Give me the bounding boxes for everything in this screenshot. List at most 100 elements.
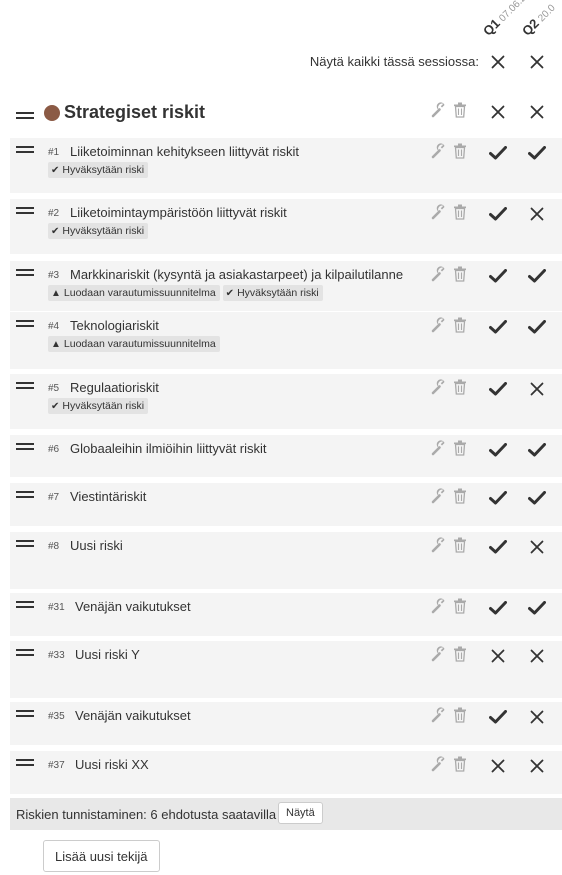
drag-handle-icon[interactable] xyxy=(16,146,34,156)
check-icon-q1[interactable] xyxy=(488,537,508,557)
trash-icon[interactable] xyxy=(453,266,469,282)
risk-name[interactable]: Markkinariskit (kysyntä ja asiakastarpee… xyxy=(70,267,403,282)
trash-icon[interactable] xyxy=(453,646,469,662)
wrench-icon[interactable] xyxy=(431,317,447,333)
trash-icon[interactable] xyxy=(453,143,469,159)
close-icon-q2[interactable] xyxy=(527,537,547,557)
drag-handle-icon[interactable] xyxy=(16,443,34,453)
warning-triangle-icon: ▲ xyxy=(51,338,61,350)
risk-name[interactable]: Uusi riski xyxy=(70,538,123,553)
risk-row[interactable]: #8 Uusi riski xyxy=(10,532,562,589)
add-new-factor-button[interactable]: Lisää uusi tekijä xyxy=(43,840,160,872)
drag-handle-icon[interactable] xyxy=(16,382,34,392)
drag-handle-icon[interactable] xyxy=(16,540,34,550)
risk-row[interactable]: #31 Venäjän vaikutukset xyxy=(10,593,562,636)
check-icon-q1[interactable] xyxy=(488,317,508,337)
close-icon-q2[interactable] xyxy=(527,204,547,224)
drag-handle-icon[interactable] xyxy=(16,320,34,330)
check-small-icon: ✔ xyxy=(51,400,60,412)
wrench-icon[interactable] xyxy=(431,266,447,282)
wrench-icon[interactable] xyxy=(431,646,447,662)
trash-icon[interactable] xyxy=(453,204,469,220)
check-icon-q2[interactable] xyxy=(527,143,547,163)
category-q1-close-icon[interactable] xyxy=(488,102,508,122)
close-icon-q2[interactable] xyxy=(527,646,547,666)
risk-name[interactable]: Liiketoiminnan kehitykseen liittyvät ris… xyxy=(70,144,299,159)
check-icon-q1[interactable] xyxy=(488,266,508,286)
wrench-icon[interactable] xyxy=(431,102,447,118)
risk-row[interactable]: #37 Uusi riski XX xyxy=(10,751,562,794)
check-icon-q1[interactable] xyxy=(488,204,508,224)
check-icon-q2[interactable] xyxy=(527,317,547,337)
wrench-icon[interactable] xyxy=(431,143,447,159)
drag-handle-icon[interactable] xyxy=(16,491,34,501)
risk-name[interactable]: Venäjän vaikutukset xyxy=(75,708,191,723)
risk-row[interactable]: #7 Viestintäriskit xyxy=(10,483,562,526)
risk-actions xyxy=(431,143,473,161)
check-icon-q2[interactable] xyxy=(527,266,547,286)
risk-row[interactable]: #1 Liiketoiminnan kehitykseen liittyvät r… xyxy=(10,138,562,193)
drag-handle-icon[interactable] xyxy=(16,710,34,720)
trash-icon[interactable] xyxy=(453,102,469,118)
check-icon-q1[interactable] xyxy=(488,379,508,399)
risk-row[interactable]: #6 Globaaleihin ilmiöihin liittyvät riski… xyxy=(10,435,562,477)
trash-icon[interactable] xyxy=(453,317,469,333)
trash-icon[interactable] xyxy=(453,379,469,395)
category-actions xyxy=(431,102,473,120)
risk-name[interactable]: Liiketoimintaympäristöön liittyvät riski… xyxy=(70,205,287,220)
risk-name[interactable]: Viestintäriskit xyxy=(70,489,146,504)
check-icon-q1[interactable] xyxy=(488,598,508,618)
check-icon-q2[interactable] xyxy=(527,598,547,618)
check-icon-q1[interactable] xyxy=(488,440,508,460)
drag-handle-icon[interactable] xyxy=(16,649,34,659)
check-icon-q2[interactable] xyxy=(527,440,547,460)
risk-name[interactable]: Uusi riski Y xyxy=(75,647,140,662)
trash-icon[interactable] xyxy=(453,537,469,553)
risk-number: #7 xyxy=(48,492,60,503)
close-icon-q1[interactable] xyxy=(488,646,508,666)
wrench-icon[interactable] xyxy=(431,488,447,504)
risk-name[interactable]: Uusi riski XX xyxy=(75,757,149,772)
check-icon-q1[interactable] xyxy=(488,707,508,727)
risk-name[interactable]: Teknologiariskit xyxy=(70,318,159,333)
close-icon-q2[interactable] xyxy=(527,756,547,776)
drag-handle-icon[interactable] xyxy=(16,759,34,769)
drag-handle-icon[interactable] xyxy=(16,112,34,122)
check-icon-q1[interactable] xyxy=(488,488,508,508)
category-q2-close-icon[interactable] xyxy=(527,102,547,122)
show-all-q1-close-icon[interactable] xyxy=(488,52,508,72)
close-icon-q1[interactable] xyxy=(488,756,508,776)
wrench-icon[interactable] xyxy=(431,707,447,723)
drag-handle-icon[interactable] xyxy=(16,269,34,279)
trash-icon[interactable] xyxy=(453,598,469,614)
wrench-icon[interactable] xyxy=(431,598,447,614)
show-all-q2-close-icon[interactable] xyxy=(527,52,547,72)
trash-icon[interactable] xyxy=(453,707,469,723)
risk-name[interactable]: Globaaleihin ilmiöihin liittyvät riskit xyxy=(70,441,267,456)
risk-row[interactable]: #2 Liiketoimintaympäristöön liittyvät ris… xyxy=(10,199,562,254)
tag-label: Luodaan varautumissuunnitelma xyxy=(63,287,216,299)
check-icon-q1[interactable] xyxy=(488,143,508,163)
close-icon-q2[interactable] xyxy=(527,379,547,399)
risk-number: #33 xyxy=(48,650,65,661)
drag-handle-icon[interactable] xyxy=(16,601,34,611)
trash-icon[interactable] xyxy=(453,440,469,456)
risk-row[interactable]: #5 Regulaatioriskit ✔ Hyväksytään riski xyxy=(10,374,562,429)
risk-row[interactable]: #3 Markkinariskit (kysyntä ja asiakastarp… xyxy=(10,261,562,311)
trash-icon[interactable] xyxy=(453,488,469,504)
close-icon-q2[interactable] xyxy=(527,707,547,727)
wrench-icon[interactable] xyxy=(431,440,447,456)
risk-name[interactable]: Venäjän vaikutukset xyxy=(75,599,191,614)
trash-icon[interactable] xyxy=(453,756,469,772)
risk-row[interactable]: #33 Uusi riski Y xyxy=(10,641,562,698)
wrench-icon[interactable] xyxy=(431,537,447,553)
drag-handle-icon[interactable] xyxy=(16,207,34,217)
check-icon-q2[interactable] xyxy=(527,488,547,508)
wrench-icon[interactable] xyxy=(431,756,447,772)
risk-name[interactable]: Regulaatioriskit xyxy=(70,380,159,395)
risk-row[interactable]: #35 Venäjän vaikutukset xyxy=(10,702,562,745)
show-suggestions-button[interactable]: Näytä xyxy=(278,802,323,824)
wrench-icon[interactable] xyxy=(431,379,447,395)
wrench-icon[interactable] xyxy=(431,204,447,220)
risk-row[interactable]: #4 Teknologiariskit ▲ Luodaan varautumissuu… xyxy=(10,312,562,369)
